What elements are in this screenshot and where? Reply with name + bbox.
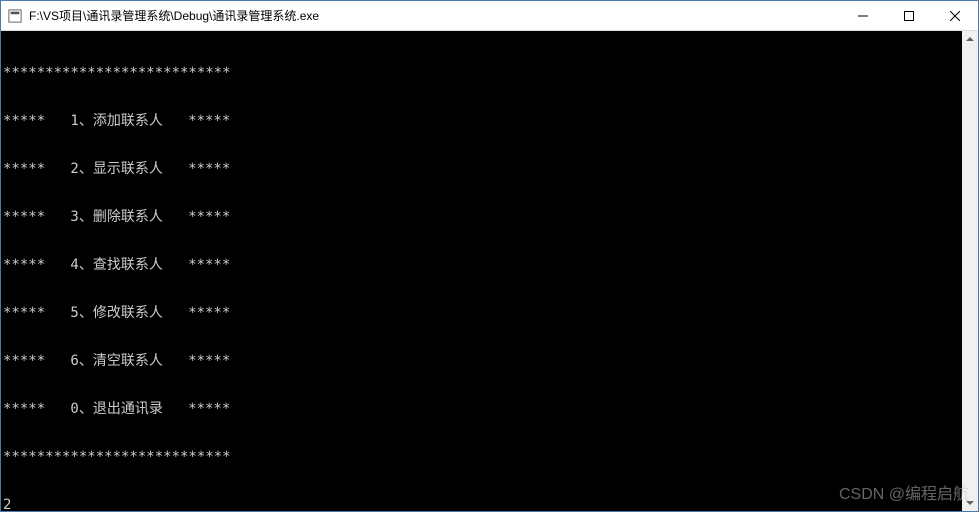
maximize-button[interactable] [886, 1, 932, 30]
close-button[interactable] [932, 1, 978, 30]
console-output[interactable]: *************************** ***** 1、添加联系… [1, 31, 978, 511]
app-icon [7, 8, 23, 24]
scroll-track[interactable] [962, 47, 978, 495]
menu-item: ***** 1、添加联系人 ***** [3, 113, 978, 129]
menu-item: ***** 4、查找联系人 ***** [3, 257, 978, 273]
titlebar[interactable]: F:\VS项目\通讯录管理系统\Debug\通讯录管理系统.exe [1, 1, 978, 31]
menu-item: ***** 0、退出通讯录 ***** [3, 401, 978, 417]
window-title: F:\VS项目\通讯录管理系统\Debug\通讯录管理系统.exe [29, 7, 840, 24]
menu-item: ***** 6、清空联系人 ***** [3, 353, 978, 369]
console-window: F:\VS项目\通讯录管理系统\Debug\通讯录管理系统.exe ******… [0, 0, 979, 512]
menu-item: ***** 2、显示联系人 ***** [3, 161, 978, 177]
minimize-button[interactable] [840, 1, 886, 30]
menu-item: ***** 5、修改联系人 ***** [3, 305, 978, 321]
menu-border-top: *************************** [3, 65, 978, 81]
scroll-up-button[interactable] [962, 31, 978, 47]
menu-border-bottom: *************************** [3, 449, 978, 465]
menu-item: ***** 3、删除联系人 ***** [3, 209, 978, 225]
scroll-down-button[interactable] [962, 495, 978, 511]
window-controls [840, 1, 978, 30]
vertical-scrollbar[interactable] [962, 31, 978, 511]
user-input: 2 [3, 497, 978, 511]
